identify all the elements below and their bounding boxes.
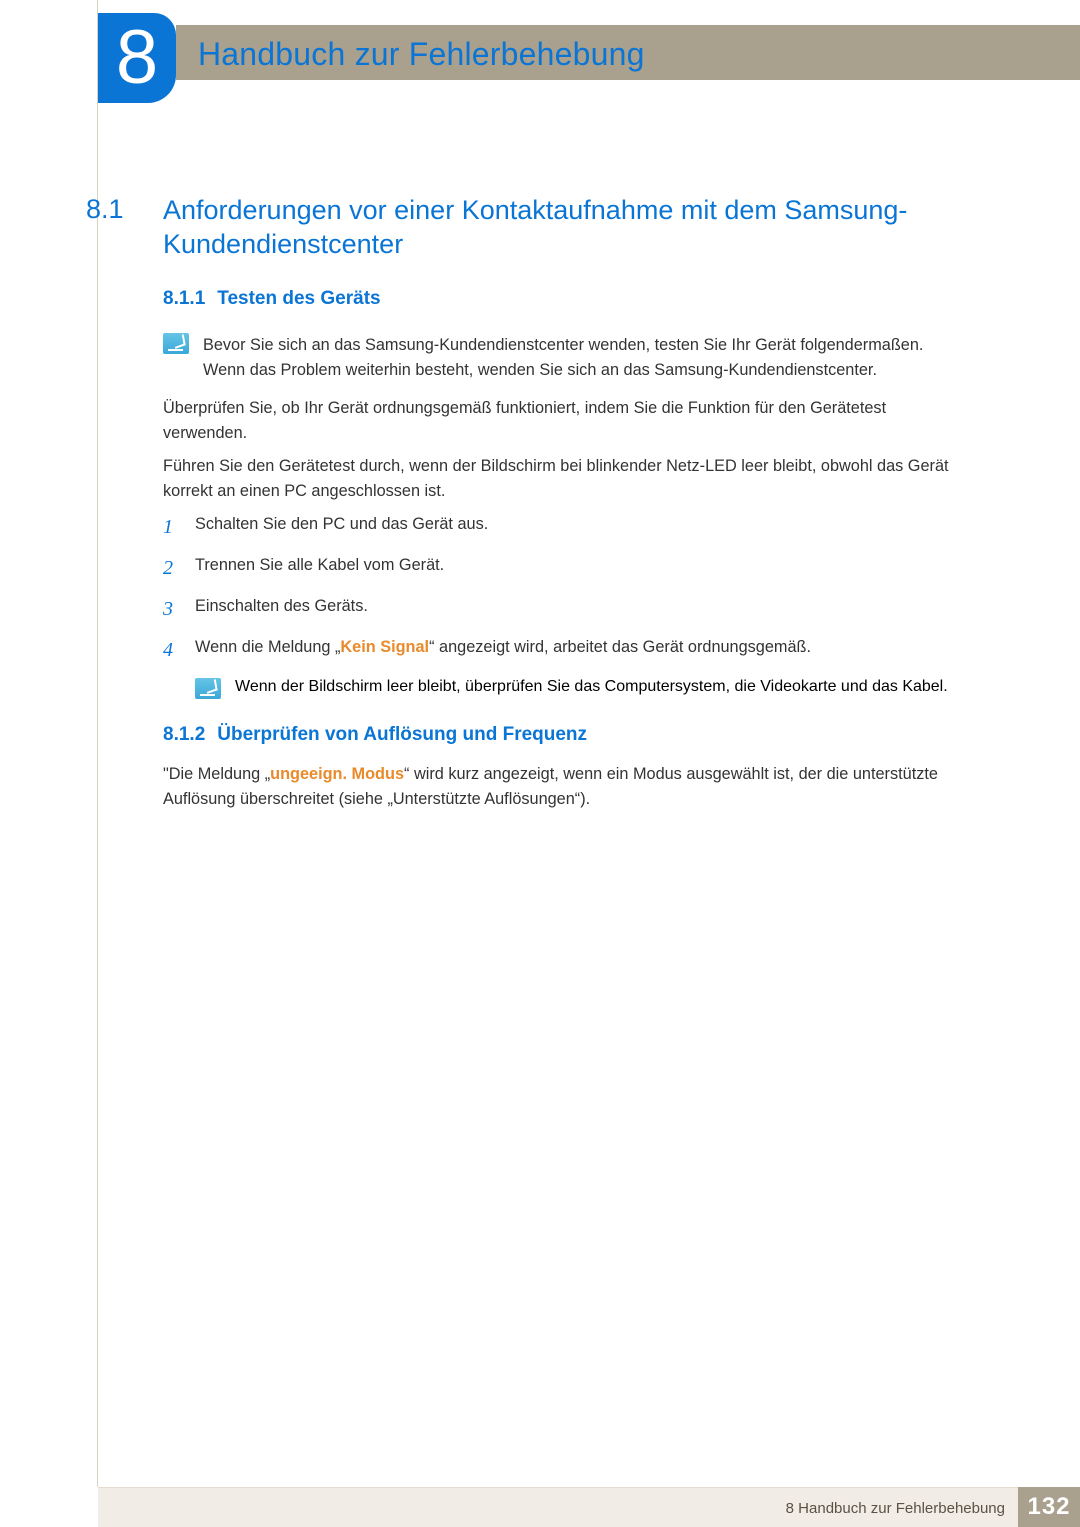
subsection-1-number: 8.1.1 <box>163 288 205 309</box>
nested-note: Wenn der Bildschirm leer bleibt, überprü… <box>195 678 958 699</box>
subsection-1-heading: 8.1.1 Testen des Geräts <box>163 288 381 310</box>
step-3: 3 Einschalten des Geräts. <box>163 594 958 625</box>
note-text-1: Bevor Sie sich an das Samsung-Kundendien… <box>203 333 958 384</box>
subsection-2-title: Überprüfen von Auflösung und Frequenz <box>217 724 587 745</box>
subsection-2-heading: 8.1.2 Überprüfen von Auflösung und Freque… <box>163 724 587 746</box>
subsection-2-number: 8.1.2 <box>163 724 205 745</box>
step-4: 4 Wenn die Meldung „Kein Signal“ angezei… <box>163 635 958 666</box>
chapter-number: 8 <box>116 20 158 96</box>
step-number: 1 <box>163 512 183 543</box>
paragraph-3: "Die Meldung „ungeeign. Modus“ wird kurz… <box>163 762 958 813</box>
section-number: 8.1 <box>86 194 124 225</box>
left-vertical-rule <box>97 0 98 1527</box>
chapter-title: Handbuch zur Fehlerbehebung <box>198 36 645 73</box>
step4-bold: Kein Signal <box>340 638 429 656</box>
step-text: Einschalten des Geräts. <box>195 594 368 625</box>
step-number: 2 <box>163 553 183 584</box>
step-2: 2 Trennen Sie alle Kabel vom Gerät. <box>163 553 958 584</box>
paragraph-2: Führen Sie den Gerätetest durch, wenn de… <box>163 454 958 505</box>
step4-post: “ angezeigt wird, arbeitet das Gerät ord… <box>429 638 811 656</box>
para3-pre: "Die Meldung „ <box>163 765 270 783</box>
step-text: Trennen Sie alle Kabel vom Gerät. <box>195 553 444 584</box>
footer-left-cover <box>0 1487 98 1527</box>
nested-note-text: Wenn der Bildschirm leer bleibt, überprü… <box>235 678 948 699</box>
subsection-1-title: Testen des Geräts <box>217 288 380 309</box>
ordered-steps: 1 Schalten Sie den PC und das Gerät aus.… <box>163 512 958 699</box>
step-text: Wenn die Meldung „Kein Signal“ angezeigt… <box>195 635 811 666</box>
page-number-box: 132 <box>1018 1487 1080 1527</box>
paragraph-1: Überprüfen Sie, ob Ihr Gerät ordnungsgem… <box>163 396 958 447</box>
page-number: 132 <box>1027 1493 1070 1521</box>
step-number: 3 <box>163 594 183 625</box>
note-block-1: Bevor Sie sich an das Samsung-Kundendien… <box>163 333 958 384</box>
step-1: 1 Schalten Sie den PC und das Gerät aus. <box>163 512 958 543</box>
para3-bold: ungeeign. Modus <box>270 765 404 783</box>
chapter-tab: 8 <box>98 13 176 103</box>
document-page: 8 Handbuch zur Fehlerbehebung 8.1 Anford… <box>0 0 1080 1527</box>
note-icon <box>163 333 189 354</box>
section-title: Anforderungen vor einer Kontaktaufnahme … <box>163 194 943 262</box>
note-icon <box>195 678 221 699</box>
step4-pre: Wenn die Meldung „ <box>195 638 340 656</box>
step-text: Schalten Sie den PC und das Gerät aus. <box>195 512 488 543</box>
footer-chapter-label: 8 Handbuch zur Fehlerbehebung <box>786 1500 1005 1517</box>
step-number: 4 <box>163 635 183 666</box>
